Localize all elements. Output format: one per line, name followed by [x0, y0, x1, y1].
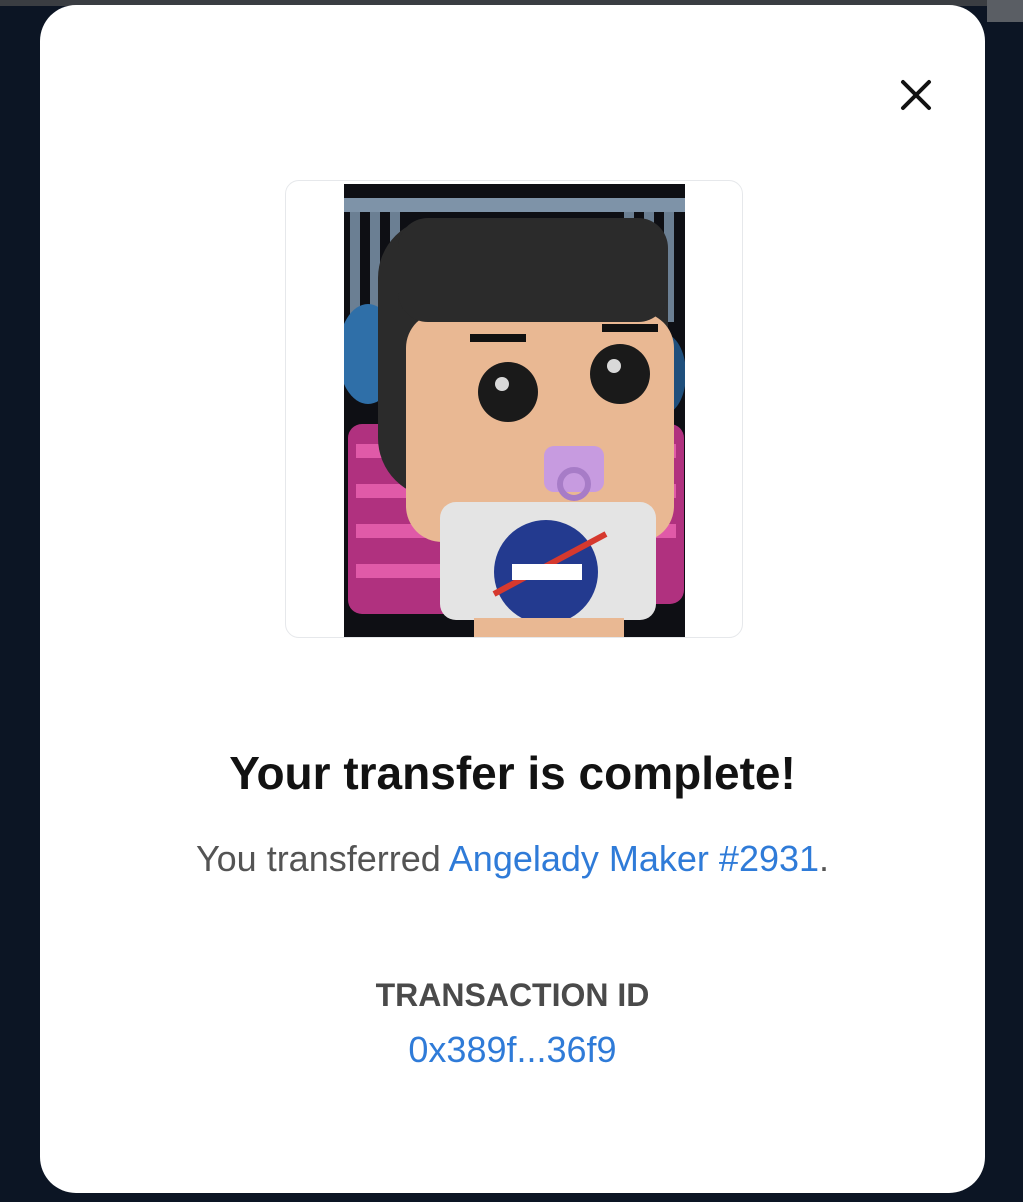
transfer-summary-suffix: . [819, 838, 830, 879]
transaction-id-label: TRANSACTION ID [375, 977, 650, 1013]
transaction-id-link[interactable]: 0x389f...36f9 [40, 1028, 985, 1072]
transfer-complete-title: Your transfer is complete! [229, 747, 796, 799]
nft-image [344, 184, 685, 637]
browser-top-bar-control [987, 0, 1023, 22]
close-button[interactable] [892, 71, 940, 119]
transfer-summary-prefix: You transferred [195, 838, 449, 879]
close-icon [901, 80, 931, 110]
nft-item-link[interactable]: Angelady Maker #2931 [449, 838, 819, 879]
transfer-summary: You transferred Angelady Maker #2931. [40, 837, 985, 881]
transfer-complete-modal: Your transfer is complete! You transferr… [40, 5, 985, 1193]
nft-image-card [285, 180, 743, 638]
